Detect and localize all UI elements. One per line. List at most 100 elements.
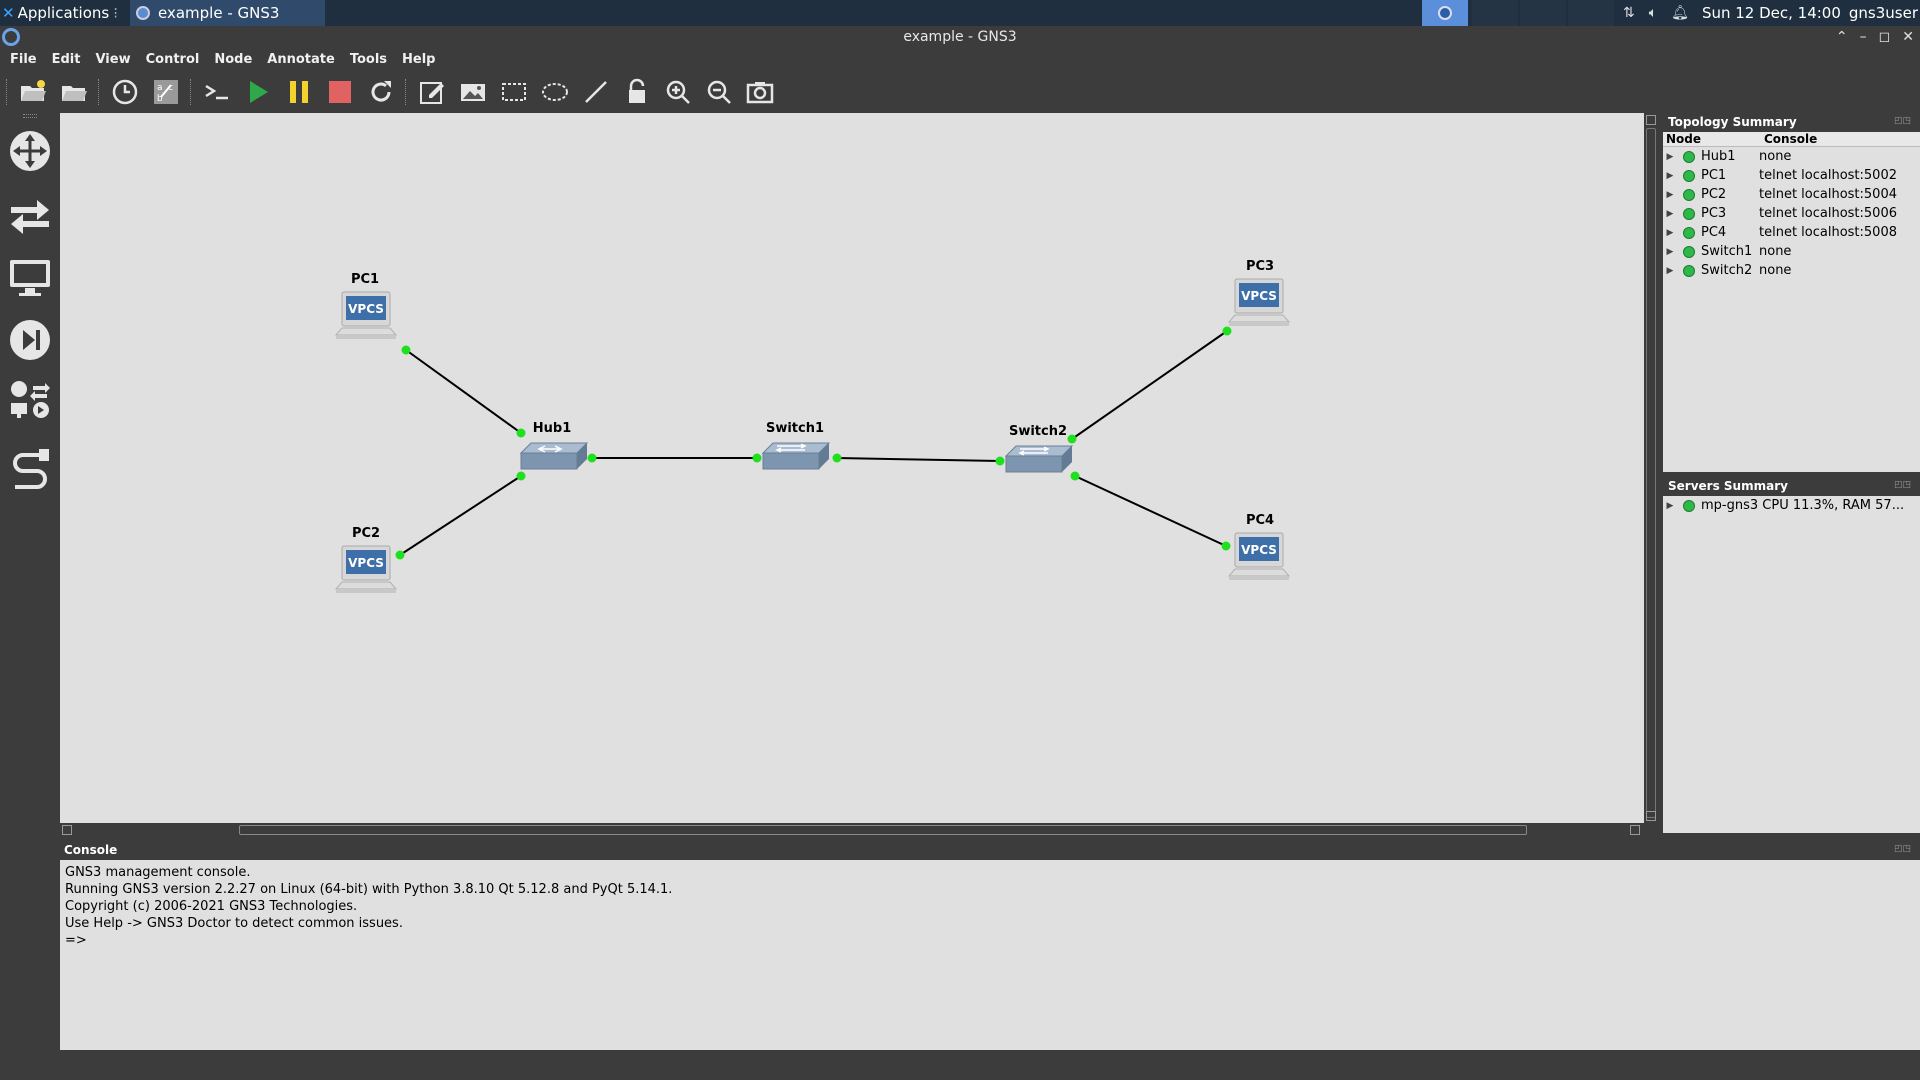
clock[interactable]: Sun 12 Dec, 14:00	[1702, 4, 1841, 22]
shade-icon[interactable]: ⌃	[1836, 26, 1848, 48]
expand-arrow-icon[interactable]: ▶	[1663, 228, 1677, 238]
server-row[interactable]: ▶ mp-gns3 CPU 11.3%, RAM 57...	[1663, 496, 1920, 515]
dock-handle[interactable]	[23, 114, 37, 118]
taskbar-window-button[interactable]: example - GNS3	[130, 0, 325, 26]
menu-view[interactable]: View	[85, 50, 135, 70]
network-icon[interactable]: ⇅	[1623, 5, 1635, 21]
topology-row[interactable]: ▶ PC3 telnet localhost:5006	[1663, 204, 1920, 223]
start-all-icon[interactable]	[237, 74, 278, 110]
expand-arrow-icon[interactable]: ▶	[1663, 171, 1677, 181]
expand-arrow-icon[interactable]: ▶	[1663, 266, 1677, 276]
link-switch2-pc4[interactable]	[1074, 475, 1227, 547]
row-console: none	[1759, 149, 1792, 164]
window-controls: ⌃ – ◻ ✕	[1836, 26, 1914, 48]
workspace-2[interactable]	[1472, 0, 1519, 26]
expand-arrow-icon[interactable]: ▶	[1663, 209, 1677, 219]
open-folder-icon[interactable]	[53, 74, 94, 110]
link-pc2-hub1[interactable]	[399, 475, 522, 556]
console-prompt[interactable]: =>	[65, 932, 1915, 949]
menu-tools[interactable]: Tools	[340, 50, 392, 70]
browse-switches-icon[interactable]	[6, 190, 54, 238]
svg-text:a: a	[157, 83, 163, 93]
expand-arrow-icon[interactable]: ▶	[1663, 152, 1677, 162]
snapshot-clock-icon[interactable]	[104, 74, 145, 110]
workspace-1[interactable]	[1422, 0, 1469, 26]
console-title: Console	[64, 843, 118, 857]
menu-annotate[interactable]: Annotate	[257, 50, 340, 70]
canvas-horizontal-scrollbar[interactable]	[60, 823, 1658, 837]
user-menu[interactable]: gns3user	[1849, 4, 1918, 22]
status-running-icon	[1683, 169, 1695, 182]
close-icon[interactable]: ✕	[1902, 26, 1914, 48]
menu-node[interactable]: Node	[204, 50, 257, 70]
browse-end-devices-icon[interactable]	[6, 253, 54, 301]
scroll-up-icon[interactable]	[1646, 115, 1656, 125]
menu-help[interactable]: Help	[392, 50, 440, 70]
zoom-out-icon[interactable]	[698, 74, 739, 110]
volume-icon[interactable]: 🔈︎	[1649, 5, 1657, 21]
menu-edit[interactable]: Edit	[42, 50, 86, 70]
screenshot-icon[interactable]	[739, 74, 780, 110]
expand-arrow-icon[interactable]: ▶	[1663, 190, 1677, 200]
scrollbar-thumb[interactable]	[239, 825, 1527, 835]
expand-arrow-icon[interactable]: ▶	[1663, 247, 1677, 257]
float-dock-icon[interactable]: ◰◳	[1894, 480, 1911, 490]
lock-items-icon[interactable]	[616, 74, 657, 110]
add-note-icon[interactable]	[411, 74, 452, 110]
topology-canvas[interactable]: PC1 VPCS PC2 VPCS PC3 VPCS PC4 VPCS Hub1…	[60, 113, 1644, 823]
float-dock-icon[interactable]: ◰◳	[1894, 116, 1911, 126]
expand-arrow-icon[interactable]: ▶	[1663, 501, 1677, 511]
vpcs-computer-icon: VPCS	[1227, 532, 1291, 580]
draw-line-icon[interactable]	[575, 74, 616, 110]
draw-rectangle-icon[interactable]	[493, 74, 534, 110]
topology-row[interactable]: ▶ Switch1 none	[1663, 242, 1920, 261]
menu-control[interactable]: Control	[136, 50, 205, 70]
link-switch1-switch2[interactable]	[836, 457, 1001, 462]
notification-bell-icon[interactable]: 🔔︎	[1671, 5, 1689, 21]
open-project-icon[interactable]	[12, 74, 53, 110]
link-pc1-hub1[interactable]	[405, 349, 522, 434]
topology-table-header: Node Console	[1663, 132, 1920, 147]
management-console[interactable]: GNS3 management console. Running GNS3 ve…	[60, 860, 1920, 1050]
topology-row[interactable]: ▶ Switch2 none	[1663, 261, 1920, 280]
menu-file[interactable]: File	[0, 50, 42, 70]
add-link-icon[interactable]	[6, 442, 54, 490]
status-running-icon	[1683, 150, 1695, 163]
toolbar-handle[interactable]	[6, 79, 8, 105]
scroll-left-icon[interactable]	[62, 825, 72, 835]
canvas-vertical-scrollbar[interactable]	[1644, 113, 1658, 823]
minimize-icon[interactable]: –	[1860, 26, 1867, 48]
zoom-in-icon[interactable]	[657, 74, 698, 110]
handle-icon: ⁝	[113, 4, 118, 22]
draw-ellipse-icon[interactable]	[534, 74, 575, 110]
stop-all-icon[interactable]	[319, 74, 360, 110]
show-interface-labels-icon[interactable]: acb	[145, 74, 186, 110]
console-line: Running GNS3 version 2.2.27 on Linux (64…	[65, 882, 673, 897]
gns3-window-icon[interactable]	[2, 28, 20, 46]
scroll-right-icon[interactable]	[1630, 825, 1640, 835]
browse-routers-icon[interactable]	[6, 127, 54, 175]
topology-row[interactable]: ▶ Hub1 none	[1663, 147, 1920, 166]
suspend-all-icon[interactable]	[278, 74, 319, 110]
topology-row[interactable]: ▶ PC2 telnet localhost:5004	[1663, 185, 1920, 204]
column-node[interactable]: Node	[1663, 132, 1761, 146]
insert-picture-icon[interactable]	[452, 74, 493, 110]
column-console[interactable]: Console	[1761, 132, 1817, 146]
topology-row[interactable]: ▶ PC1 telnet localhost:5002	[1663, 166, 1920, 185]
topology-row[interactable]: ▶ PC4 telnet localhost:5008	[1663, 223, 1920, 242]
workspace-4[interactable]	[1568, 0, 1615, 26]
scrollbar-thumb[interactable]	[1646, 128, 1656, 818]
row-console: telnet localhost:5006	[1759, 206, 1897, 221]
link-switch2-pc3[interactable]	[1071, 330, 1228, 440]
node-label: PC4	[1245, 513, 1275, 528]
workspace-3[interactable]	[1520, 0, 1567, 26]
scroll-down-icon[interactable]	[1646, 811, 1656, 821]
browse-all-devices-icon[interactable]	[6, 376, 54, 424]
reload-all-icon[interactable]	[360, 74, 401, 110]
applications-menu[interactable]: ✕ Applications ⁝	[0, 0, 124, 26]
browse-security-devices-icon[interactable]	[6, 316, 54, 364]
maximize-icon[interactable]: ◻	[1879, 26, 1891, 48]
console-all-icon[interactable]	[196, 74, 237, 110]
row-console: none	[1759, 263, 1792, 278]
float-dock-icon[interactable]: ◰◳	[1894, 844, 1911, 854]
